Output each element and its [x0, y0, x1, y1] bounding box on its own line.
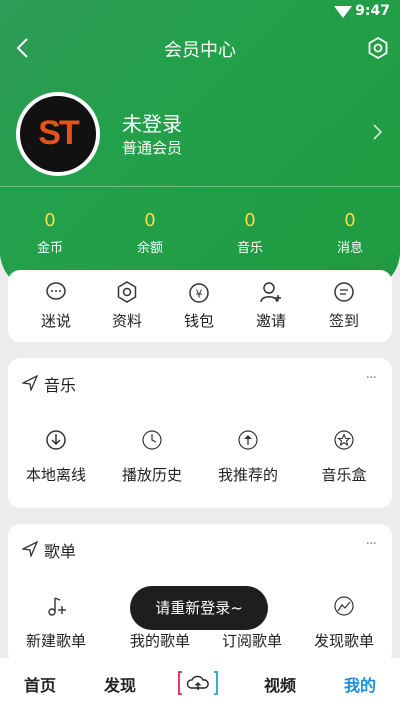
tab-me[interactable]: 我的	[344, 672, 376, 696]
music-item-local[interactable]: 本地离线	[8, 428, 104, 485]
clock-icon	[142, 430, 162, 450]
quick-action-profile[interactable]: 资料	[89, 280, 165, 331]
stat-label: 余额	[136, 241, 163, 256]
music-section-card: 音乐 ··· 本地离线 播放历史 我推荐的 音乐盒	[8, 358, 392, 508]
user-level: 普通会员	[122, 139, 183, 157]
bottom-tab-bar: 首页 发现 视频 我的	[0, 658, 400, 710]
download-circle-icon	[46, 430, 66, 450]
user-name: 未登录	[122, 112, 182, 136]
stat-value: 0	[44, 210, 56, 231]
playlist-item-label: 我的歌单	[129, 632, 190, 650]
upload-circle-icon	[238, 430, 258, 450]
svg-text:¥: ¥	[196, 288, 203, 301]
quick-action-sign-in[interactable]: 签到	[306, 280, 382, 331]
quick-action-chat[interactable]: 迷说	[18, 280, 94, 331]
send-arrow-icon	[22, 541, 38, 557]
wifi-icon	[334, 6, 352, 18]
discover-icon	[334, 596, 354, 616]
avatar-logo-text: ST	[38, 114, 79, 152]
upload-cloud-icon[interactable]	[176, 670, 220, 696]
divider	[0, 186, 400, 187]
gear-icon	[117, 281, 137, 303]
top-bar: 会员中心	[0, 28, 400, 68]
quick-action-label: 钱包	[183, 312, 214, 330]
page-title: 会员中心	[164, 40, 236, 61]
star-circle-icon	[334, 430, 354, 450]
tab-discover[interactable]: 发现	[104, 672, 136, 696]
add-music-icon	[48, 597, 66, 616]
section-title: 音乐	[44, 376, 77, 395]
quick-action-label: 邀请	[255, 312, 286, 330]
music-item-label: 本地离线	[25, 466, 86, 484]
music-item-label: 播放历史	[121, 466, 182, 484]
tab-video[interactable]: 视频	[264, 672, 296, 696]
stats-row: 0 金币 0 余额 0 音乐 0 消息	[0, 210, 400, 260]
sign-in-icon	[334, 282, 354, 302]
stat-value: 0	[144, 210, 156, 231]
music-item-label: 我推荐的	[217, 466, 278, 484]
stat-messages[interactable]: 0 消息	[300, 210, 400, 256]
quick-actions-card: 迷说 资料 ¥ 钱包 邀请 签到	[8, 270, 392, 342]
stat-label: 消息	[336, 241, 363, 256]
stat-balance[interactable]: 0 余额	[100, 210, 200, 256]
playlist-item-label: 新建歌单	[25, 632, 86, 650]
chevron-right-icon	[373, 124, 383, 140]
status-time: 9:47	[355, 3, 390, 19]
gear-icon[interactable]	[366, 36, 390, 60]
quick-action-label: 迷说	[40, 312, 71, 330]
section-title: 歌单	[44, 542, 77, 561]
quick-action-label: 签到	[328, 312, 359, 330]
stat-music[interactable]: 0 音乐	[200, 210, 300, 256]
profile-card[interactable]: ST 未登录 普通会员	[16, 92, 386, 176]
add-user-icon	[260, 282, 281, 303]
more-icon[interactable]: ···	[366, 536, 377, 552]
wallet-yen-icon: ¥	[189, 283, 209, 303]
stat-coins[interactable]: 0 金币	[0, 210, 100, 256]
chat-bubble-icon	[46, 282, 66, 300]
music-item-recommended[interactable]: 我推荐的	[200, 428, 296, 485]
quick-action-wallet[interactable]: ¥ 钱包	[161, 280, 237, 331]
stat-label: 音乐	[236, 241, 263, 256]
toast-message: 请重新登录~	[130, 586, 268, 630]
avatar[interactable]: ST	[16, 92, 100, 176]
music-item-label: 音乐盒	[321, 466, 367, 484]
playlist-item-label: 订阅歌单	[221, 632, 282, 650]
send-arrow-icon	[22, 375, 38, 391]
playlist-item-new[interactable]: 新建歌单	[8, 594, 104, 651]
music-item-box[interactable]: 音乐盒	[296, 428, 392, 485]
playlist-item-label: 发现歌单	[313, 632, 374, 650]
music-item-history[interactable]: 播放历史	[104, 428, 200, 485]
quick-action-invite[interactable]: 邀请	[233, 280, 309, 331]
quick-action-label: 资料	[111, 312, 142, 330]
stat-label: 金币	[36, 241, 63, 256]
stat-value: 0	[244, 210, 256, 231]
tab-home[interactable]: 首页	[24, 672, 56, 696]
status-bar: 9:47	[0, 0, 400, 24]
stat-value: 0	[344, 210, 356, 231]
more-icon[interactable]: ···	[366, 370, 377, 386]
playlist-item-discover[interactable]: 发现歌单	[296, 594, 392, 651]
